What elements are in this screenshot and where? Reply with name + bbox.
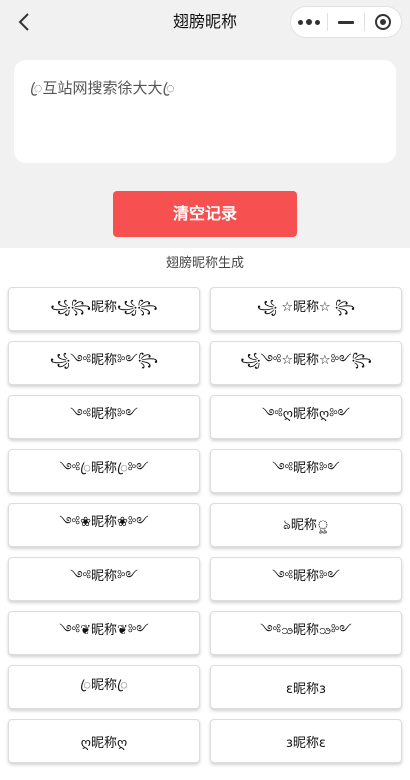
nickname-result[interactable]: ༺❀昵称❀༻ xyxy=(8,503,200,547)
more-button[interactable] xyxy=(291,7,327,37)
nickname-result[interactable]: ꦿ昵称ꦿ xyxy=(8,665,200,709)
nickname-result[interactable]: з昵称ε xyxy=(210,719,402,763)
nickname-result[interactable]: ꧁꧂昵称꧁꧂ xyxy=(8,287,200,331)
navigation-bar: 翅膀昵称 xyxy=(0,0,410,44)
results-panel: 翅膀昵称生成 ꧁꧂昵称꧁꧂ ꧁ ☆昵称☆ ꧂ ꧁༺昵称༻꧂ ꧁༺☆昵称☆༻꧂ ༺… xyxy=(0,248,410,780)
nickname-result[interactable]: ঌ昵称ৣ xyxy=(210,503,402,547)
nickname-result[interactable]: ༺❦昵称❦༻ xyxy=(8,611,200,655)
nickname-result[interactable]: ༺ꧢ昵称ꧢ༻ xyxy=(210,611,402,655)
nickname-result[interactable]: ༺昵称༻ xyxy=(210,449,402,493)
more-dots-icon xyxy=(298,19,320,25)
target-icon xyxy=(375,14,391,30)
nickname-grid: ꧁꧂昵称꧁꧂ ꧁ ☆昵称☆ ꧂ ꧁༺昵称༻꧂ ꧁༺☆昵称☆༻꧂ ༺昵称༻ ༺ღ昵… xyxy=(8,287,402,763)
nickname-result[interactable]: ༺昵称༻ xyxy=(8,395,200,439)
mini-program-capsule xyxy=(290,6,402,38)
close-button[interactable] xyxy=(365,7,401,37)
nickname-result[interactable]: ༺昵称༻ xyxy=(8,557,200,601)
nickname-input[interactable]: ꦿ互站网搜索徐大大ꦿ xyxy=(14,60,396,163)
nickname-result[interactable]: ꧁༺昵称༻꧂ xyxy=(8,341,200,385)
section-title: 翅膀昵称生成 xyxy=(165,256,244,271)
nickname-result[interactable]: ꧁ ☆昵称☆ ꧂ xyxy=(210,287,402,331)
minus-icon xyxy=(338,20,354,24)
nickname-result[interactable]: ε昵称з xyxy=(210,665,402,709)
clear-records-button[interactable]: 清空记录 xyxy=(113,191,297,237)
nickname-result[interactable]: ༺ꦿ昵称ꦿ༻ xyxy=(8,449,200,493)
nickname-result[interactable]: ღ昵称ღ xyxy=(8,719,200,763)
nickname-result[interactable]: ꧁༺☆昵称☆༻꧂ xyxy=(210,341,402,385)
nickname-result[interactable]: ༺ღ昵称ღ༻ xyxy=(210,395,402,439)
minimize-button[interactable] xyxy=(328,7,364,37)
nickname-result[interactable]: ༺昵称༻ xyxy=(210,557,402,601)
